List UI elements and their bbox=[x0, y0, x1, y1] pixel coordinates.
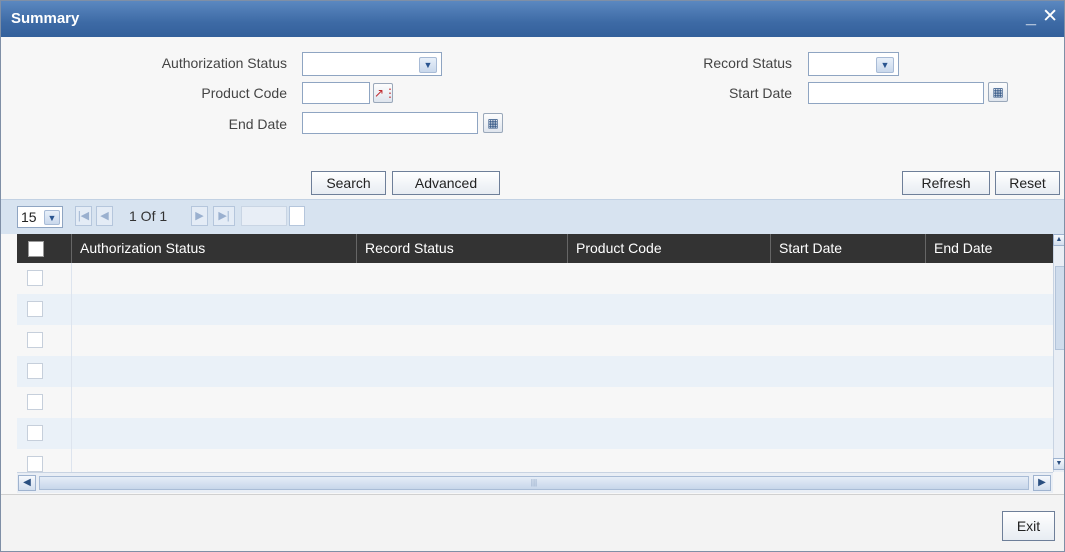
product-code-input[interactable] bbox=[302, 82, 370, 104]
row-checkbox[interactable] bbox=[27, 301, 43, 317]
select-all-cell bbox=[17, 234, 72, 263]
close-icon[interactable]: ✕ bbox=[1042, 5, 1058, 28]
select-all-checkbox[interactable] bbox=[28, 241, 44, 257]
minimize-icon[interactable]: _ bbox=[1026, 7, 1036, 28]
refresh-button[interactable]: Refresh bbox=[902, 171, 990, 195]
row-checkbox[interactable] bbox=[27, 456, 43, 472]
title-bar[interactable]: Summary _ ✕ bbox=[1, 1, 1064, 37]
summary-window: Summary _ ✕ Authorization Status ▼ Recor… bbox=[0, 0, 1065, 552]
end-date-label: End Date bbox=[228, 116, 287, 132]
calendar-icon[interactable]: ▦ bbox=[483, 113, 503, 133]
calendar-icon[interactable]: ▦ bbox=[988, 82, 1008, 102]
row-checkbox[interactable] bbox=[27, 332, 43, 348]
footer-bar: Exit bbox=[1, 494, 1064, 551]
chevron-down-icon: ▼ bbox=[876, 57, 894, 73]
lov-search-icon[interactable]: ↗⋮ bbox=[373, 83, 396, 103]
record-status-select[interactable]: ▼ bbox=[808, 52, 899, 76]
page-size-value: 15 bbox=[21, 209, 37, 225]
row-checkbox[interactable] bbox=[27, 394, 43, 410]
scroll-up-icon[interactable]: ▲ bbox=[1053, 234, 1064, 246]
goto-page-input[interactable] bbox=[241, 206, 287, 226]
reset-button[interactable]: Reset bbox=[995, 171, 1060, 195]
table-row[interactable] bbox=[17, 356, 1053, 387]
row-checkbox[interactable] bbox=[27, 363, 43, 379]
row-checkbox[interactable] bbox=[27, 425, 43, 441]
window-title: Summary bbox=[11, 10, 80, 27]
scroll-right-icon[interactable]: ▶ bbox=[1033, 475, 1051, 491]
advanced-button[interactable]: Advanced bbox=[392, 171, 500, 195]
table-row[interactable] bbox=[17, 325, 1053, 356]
page-size-select[interactable]: 15 ▼ bbox=[17, 206, 63, 228]
vertical-scroll-thumb[interactable] bbox=[1055, 266, 1064, 350]
prev-page-icon[interactable]: ◀ bbox=[96, 206, 113, 226]
col-record-status[interactable]: Record Status bbox=[357, 234, 568, 263]
start-date-label: Start Date bbox=[728, 85, 792, 101]
col-authorization-status[interactable]: Authorization Status bbox=[72, 234, 357, 263]
horizontal-scroll-thumb[interactable]: ||| bbox=[39, 476, 1029, 490]
first-page-icon[interactable]: |◀ bbox=[75, 206, 92, 226]
col-start-date[interactable]: Start Date bbox=[771, 234, 926, 263]
exit-button[interactable]: Exit bbox=[1002, 511, 1055, 541]
goto-page-button[interactable] bbox=[289, 206, 305, 226]
page-indicator: 1 Of 1 bbox=[129, 208, 168, 224]
grid-header: Authorization Status Record Status Produ… bbox=[17, 234, 1053, 263]
product-code-label: Product Code bbox=[201, 85, 287, 101]
table-row[interactable] bbox=[17, 387, 1053, 418]
horizontal-scrollbar[interactable]: ◀ ||| ▶ bbox=[17, 472, 1053, 493]
col-end-date[interactable]: End Date bbox=[926, 234, 1053, 263]
col-product-code[interactable]: Product Code bbox=[568, 234, 771, 263]
authorization-status-select[interactable]: ▼ bbox=[302, 52, 442, 76]
pager-bar: 15 ▼ |◀ ◀ 1 Of 1 ▶ ▶| bbox=[1, 199, 1064, 234]
chevron-down-icon: ▼ bbox=[44, 210, 60, 225]
record-status-label: Record Status bbox=[703, 55, 792, 71]
row-checkbox[interactable] bbox=[27, 270, 43, 286]
table-row[interactable] bbox=[17, 449, 1053, 472]
vertical-scrollbar[interactable]: ▲ ▼ bbox=[1053, 234, 1064, 472]
scroll-down-icon[interactable]: ▼ bbox=[1053, 458, 1064, 470]
start-date-input[interactable] bbox=[808, 82, 984, 104]
scroll-left-icon[interactable]: ◀ bbox=[18, 475, 36, 491]
table-row[interactable] bbox=[17, 418, 1053, 449]
chevron-down-icon: ▼ bbox=[419, 57, 437, 73]
table-row[interactable] bbox=[17, 294, 1053, 325]
search-button[interactable]: Search bbox=[311, 171, 386, 195]
last-page-icon[interactable]: ▶| bbox=[213, 206, 235, 226]
authorization-status-label: Authorization Status bbox=[161, 55, 287, 71]
table-row[interactable] bbox=[17, 263, 1053, 294]
next-page-icon[interactable]: ▶ bbox=[191, 206, 208, 226]
end-date-input[interactable] bbox=[302, 112, 478, 134]
